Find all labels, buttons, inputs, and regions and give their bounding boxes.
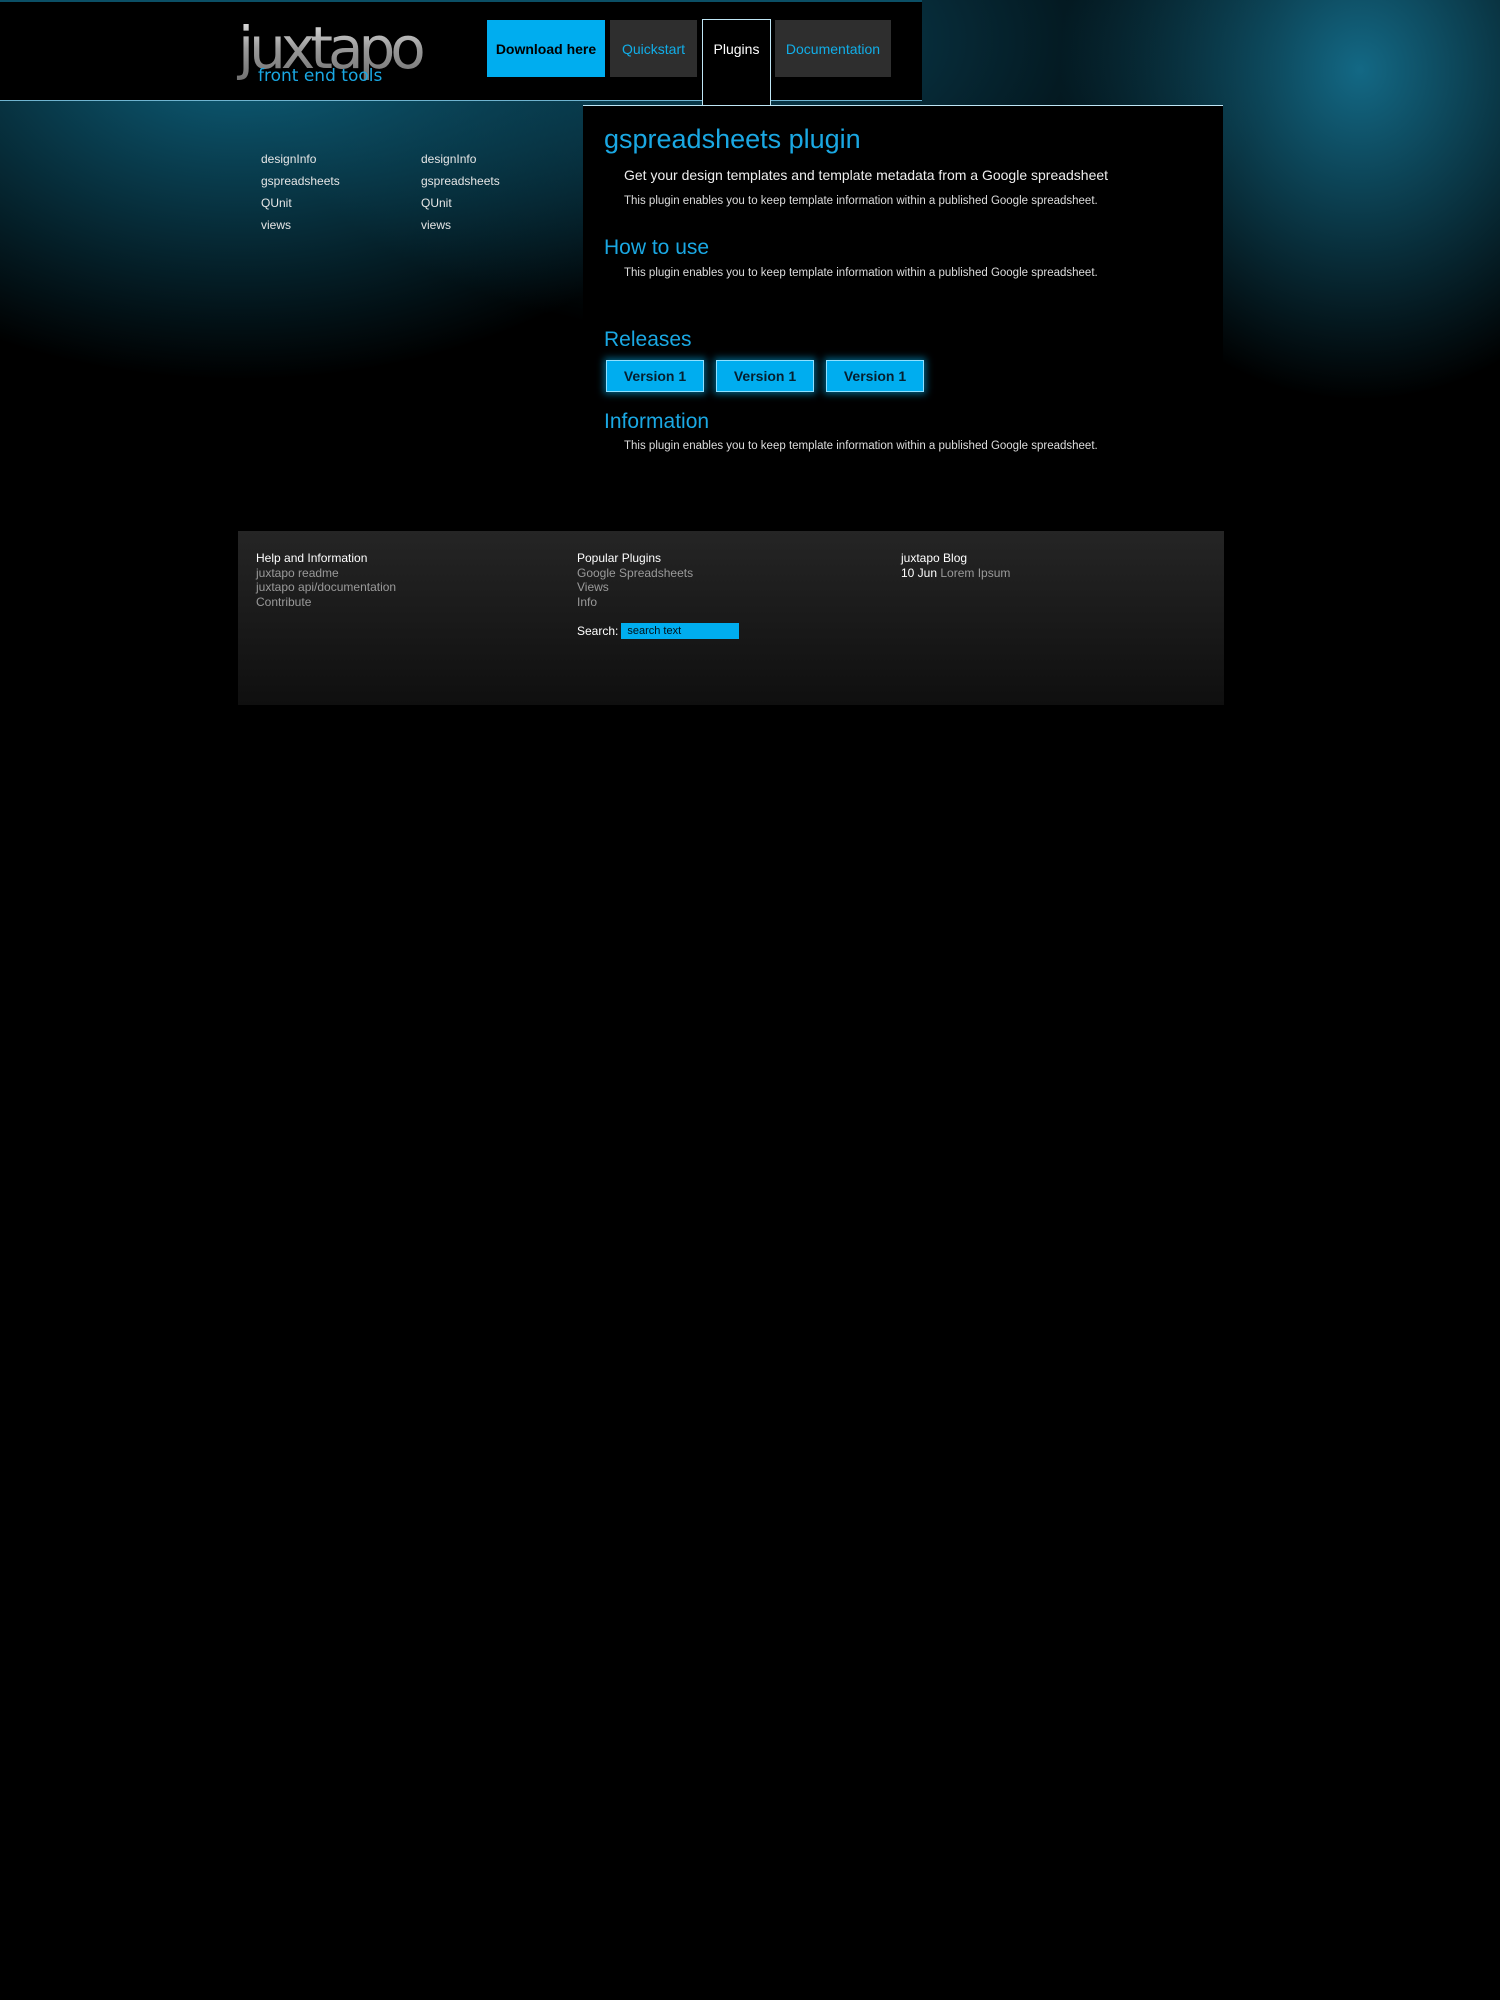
- footer-blog-column: juxtapo Blog 10 Jun Lorem Ipsum: [901, 551, 1010, 580]
- tab-documentation[interactable]: Documentation: [775, 20, 891, 77]
- blog-post-link[interactable]: Lorem Ipsum: [940, 566, 1010, 580]
- sidebar-item-qunit[interactable]: QUnit: [261, 195, 340, 217]
- footer-link-readme[interactable]: juxtapo readme: [256, 566, 396, 581]
- footer-popular-heading: Popular Plugins: [577, 551, 662, 565]
- footer: Help and Information juxtapo readme juxt…: [238, 531, 1224, 705]
- header: juxtapo front end tools Download here Qu…: [0, 0, 922, 109]
- download-button[interactable]: Download here: [487, 20, 605, 77]
- juxtapo-logo-icon: juxtapo front end tools: [236, 16, 428, 86]
- blog-entry[interactable]: 10 Jun Lorem Ipsum: [901, 566, 1010, 581]
- tab-plugins[interactable]: Plugins: [702, 19, 771, 109]
- logo[interactable]: juxtapo front end tools: [236, 16, 458, 86]
- tab-quickstart[interactable]: Quickstart: [610, 20, 697, 77]
- release-version-button[interactable]: Version 1: [606, 360, 704, 392]
- footer-link-info[interactable]: Info: [577, 595, 693, 610]
- sidebar-item-designinfo[interactable]: designInfo: [261, 151, 340, 173]
- how-to-use-text: This plugin enables you to keep template…: [624, 267, 1098, 279]
- footer-popular-column: Popular Plugins Google Spreadsheets View…: [577, 551, 693, 609]
- sidebar-item-qunit[interactable]: QUnit: [421, 195, 500, 217]
- sidebar-item-gspreadsheets[interactable]: gspreadsheets: [421, 173, 500, 195]
- sidebar-item-views[interactable]: views: [421, 217, 500, 239]
- search-label: Search:: [577, 624, 619, 638]
- sidebar-item-designinfo[interactable]: designInfo: [421, 151, 500, 173]
- release-version-button[interactable]: Version 1: [826, 360, 924, 392]
- footer-search: Search:: [577, 623, 740, 639]
- footer-link-views[interactable]: Views: [577, 580, 693, 595]
- blog-date: 10 Jun: [901, 565, 938, 580]
- how-to-use-heading: How to use: [604, 236, 710, 259]
- logo-tagline: front end tools: [258, 66, 382, 86]
- footer-link-api-docs[interactable]: juxtapo api/documentation: [256, 580, 396, 595]
- page-title: gspreadsheets plugin: [604, 124, 861, 154]
- release-version-button[interactable]: Version 1: [716, 360, 814, 392]
- releases-heading: Releases: [604, 328, 692, 351]
- intro-text: This plugin enables you to keep template…: [624, 195, 1098, 207]
- information-text: This plugin enables you to keep template…: [624, 440, 1098, 452]
- sidebar-item-views[interactable]: views: [261, 217, 340, 239]
- sidebar-list-2: designInfo gspreadsheets QUnit views: [421, 151, 500, 239]
- footer-blog-heading: juxtapo Blog: [901, 551, 968, 565]
- plugin-tagline: Get your design templates and template m…: [624, 167, 1109, 183]
- footer-help-column: Help and Information juxtapo readme juxt…: [256, 551, 396, 609]
- information-heading: Information: [604, 410, 710, 433]
- footer-link-google-spreadsheets[interactable]: Google Spreadsheets: [577, 566, 693, 581]
- search-input[interactable]: [621, 623, 740, 639]
- sidebar-list-1: designInfo gspreadsheets QUnit views: [261, 151, 340, 239]
- main-content-panel: gspreadsheets plugin Get your design tem…: [583, 105, 1223, 517]
- footer-help-heading: Help and Information: [256, 551, 368, 565]
- sidebar-item-gspreadsheets[interactable]: gspreadsheets: [261, 173, 340, 195]
- footer-link-contribute[interactable]: Contribute: [256, 595, 396, 610]
